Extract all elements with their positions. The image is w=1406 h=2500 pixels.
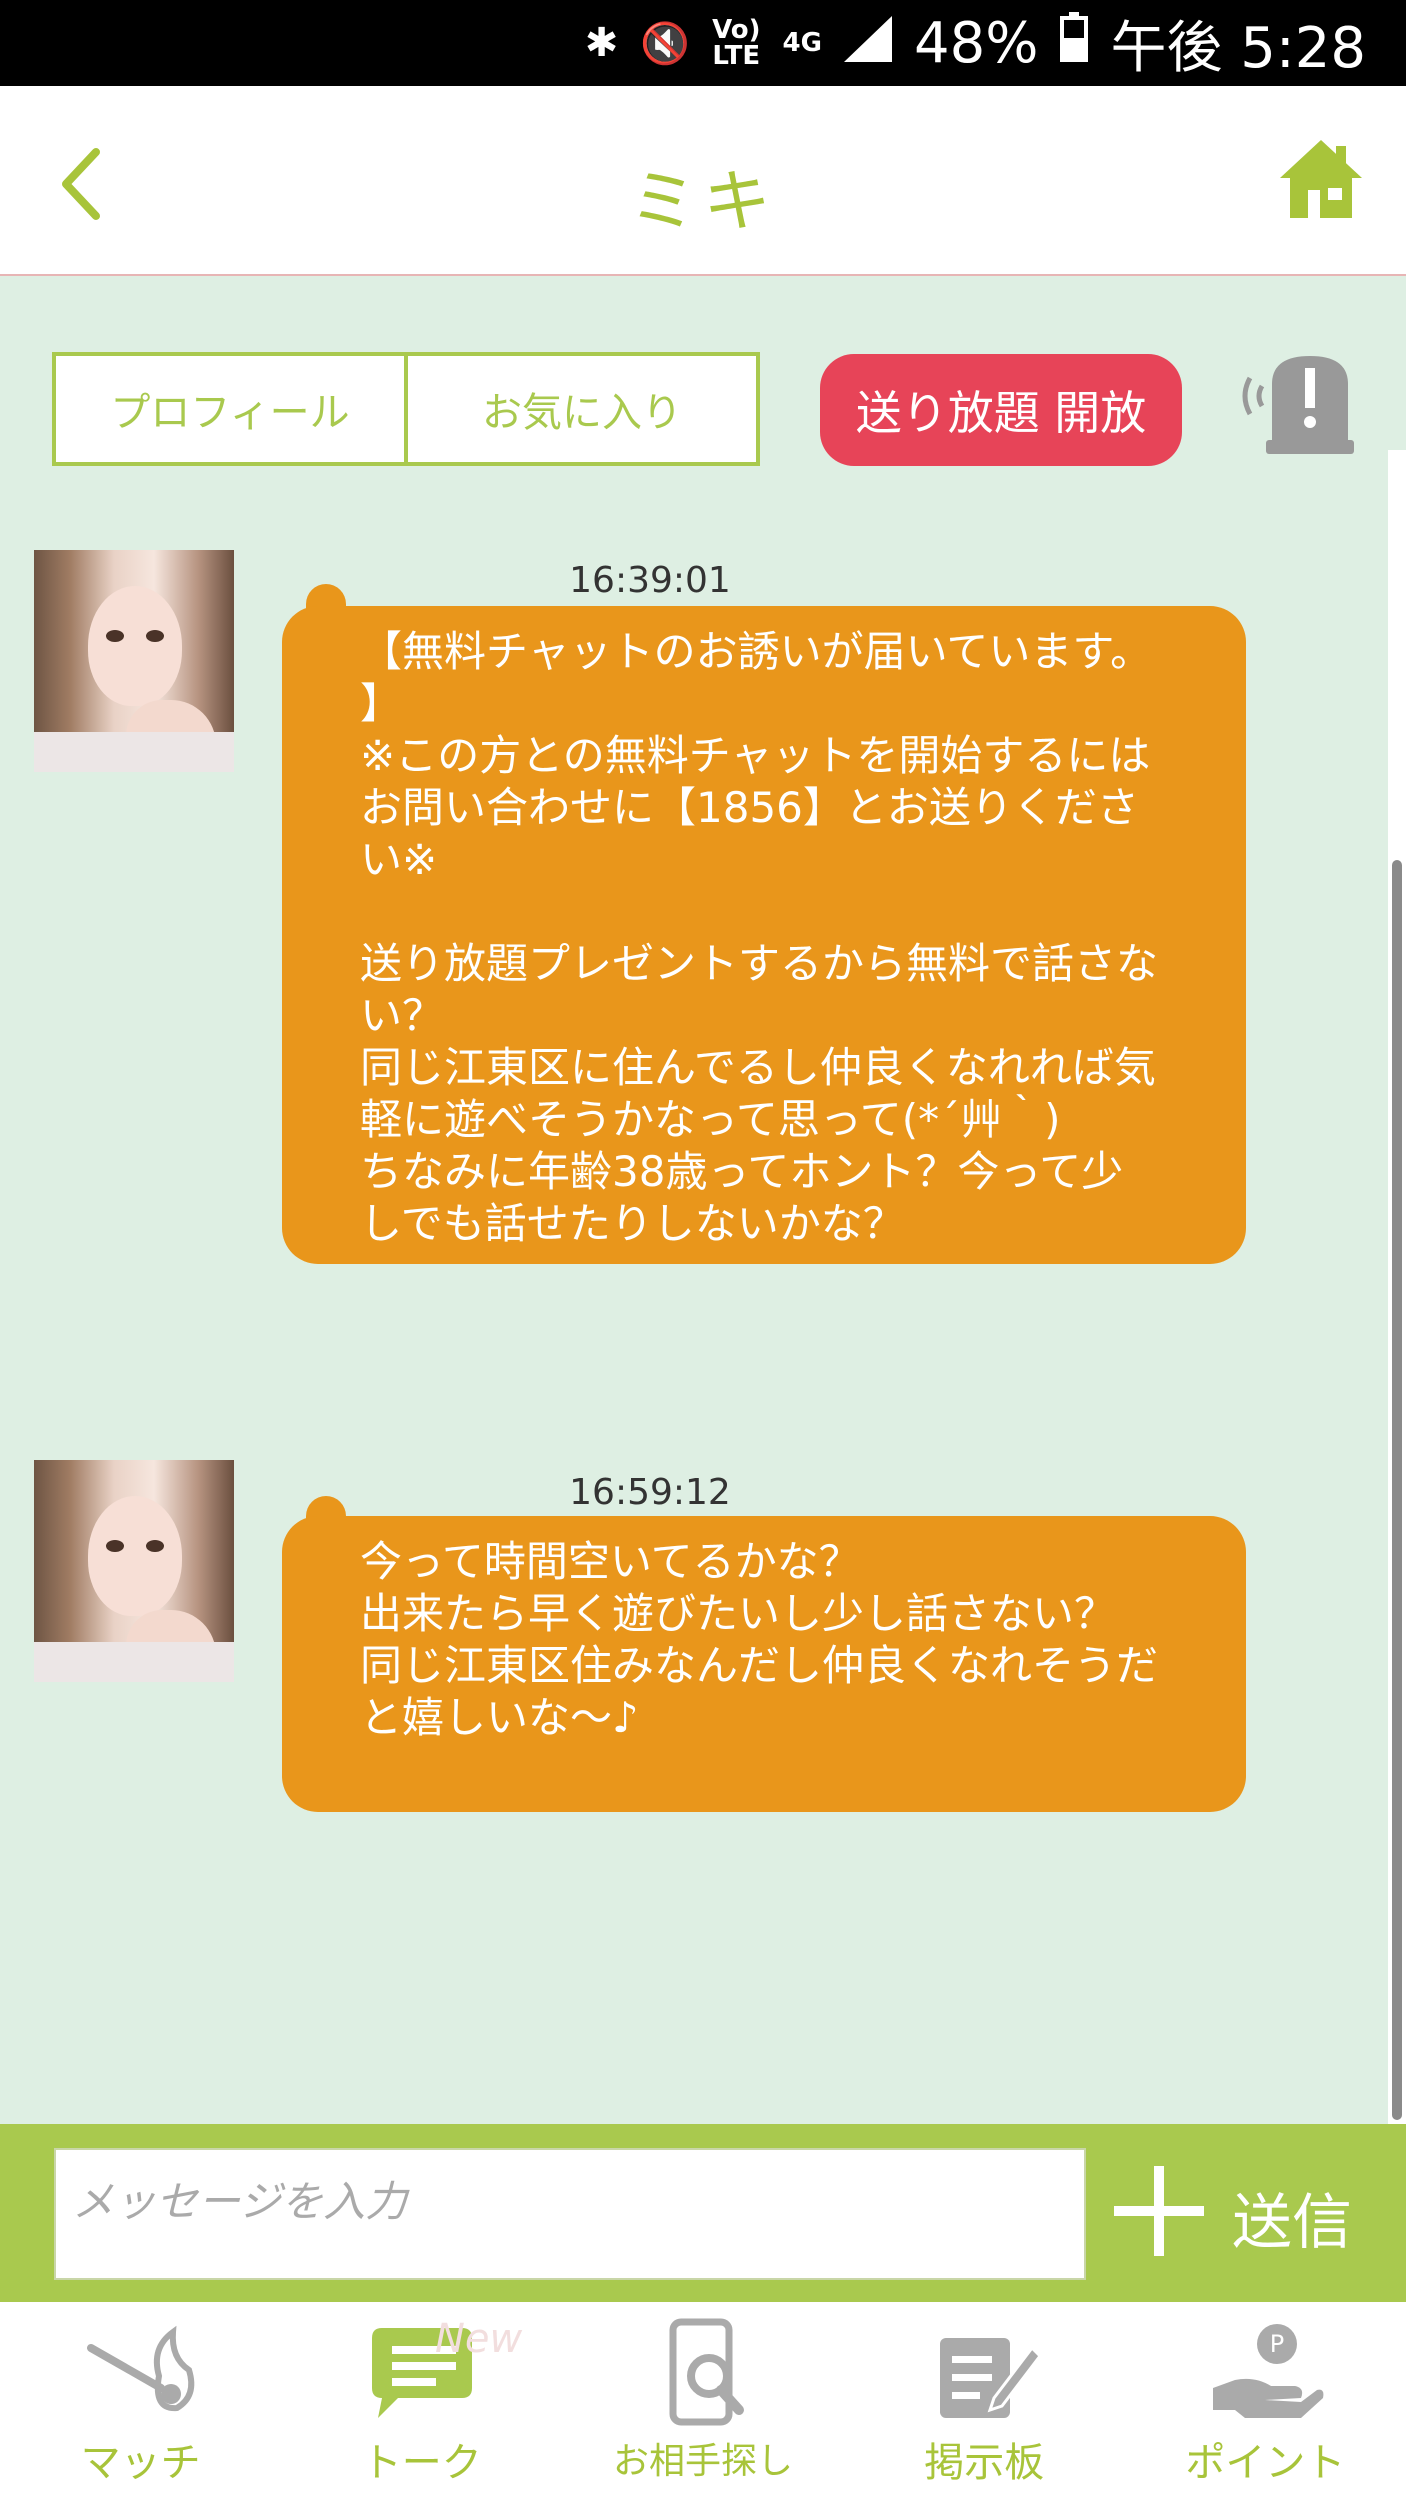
scrollbar-thumb[interactable] (1392, 860, 1402, 2120)
message-bubble: 【無料チャットのお誘いが届いています。 】 ※この方との無料チャットを開始するに… (282, 606, 1246, 1264)
nav-item-board[interactable]: 掲示板 (844, 2302, 1125, 2500)
battery-percent: 48% (913, 10, 1039, 76)
status-bar: ✱ 🔇 Vo) LTE 4G 48% 午後 5:28 (0, 0, 1406, 86)
network-type: 4G (782, 28, 822, 58)
home-button[interactable] (1276, 134, 1366, 224)
plus-icon (1114, 2166, 1204, 2256)
volte-indicator: Vo) LTE (712, 15, 761, 71)
message-timestamp: 16:39:01 (569, 560, 731, 601)
bottom-nav: マッチ トーク お相手探し 掲示板 P ポイント (0, 2302, 1406, 2500)
profile-favorite-group: プロフィール お気に入り (52, 352, 760, 466)
new-badge: New (435, 2316, 523, 2362)
avatar[interactable] (34, 550, 234, 772)
report-button[interactable] (1230, 346, 1354, 456)
message-input-bar: メッセージを入力 送信 (0, 2124, 1406, 2302)
message-timestamp: 16:59:12 (569, 1472, 731, 1513)
point-icon: P (1213, 2324, 1324, 2418)
match-icon (86, 2325, 194, 2412)
nav-label: ポイント (1185, 2440, 1346, 2486)
battery-icon (1060, 11, 1089, 76)
message-bubble: 今って時間空いてるかな？ 出来たら早く遊びたいし少し話さない？ 同じ江東区住みな… (282, 1516, 1246, 1812)
home-icon (1280, 140, 1362, 218)
signal-icon (843, 11, 892, 76)
favorite-button[interactable]: お気に入り (404, 356, 756, 462)
nav-item-search[interactable]: お相手探し (562, 2302, 843, 2500)
free-send-open-button[interactable]: 送り放題 開放 (820, 354, 1182, 466)
nav-item-match[interactable]: マッチ (0, 2302, 281, 2500)
bluetooth-icon: ✱ (584, 20, 619, 66)
profile-button[interactable]: プロフィール (56, 356, 404, 462)
search-phone-icon (669, 2318, 744, 2426)
message-input[interactable]: メッセージを入力 (54, 2148, 1086, 2280)
avatar[interactable] (34, 1460, 234, 1682)
nav-label: お相手探し (613, 2441, 794, 2482)
clock: 午後 5:28 (1110, 15, 1366, 81)
nav-label: トーク (361, 2440, 482, 2486)
board-icon (940, 2338, 1043, 2418)
nav-label: マッチ (80, 2440, 201, 2486)
page-title: ミキ (628, 163, 777, 242)
header: ミキ (0, 86, 1406, 276)
alarm-icon (1242, 356, 1354, 454)
send-button[interactable]: 送信 (1104, 2144, 1384, 2284)
nav-item-point[interactable]: P ポイント (1125, 2302, 1406, 2500)
mute-icon: 🔇 (640, 20, 691, 67)
send-label: 送信 (1232, 2188, 1352, 2258)
nav-label: 掲示板 (924, 2440, 1045, 2486)
svg-text:P: P (1270, 2330, 1284, 2358)
